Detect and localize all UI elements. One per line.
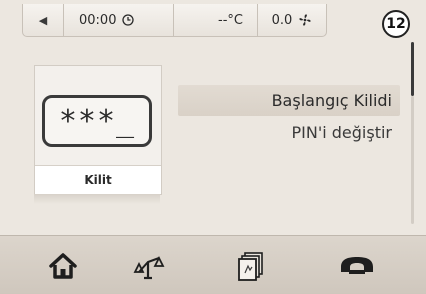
car-icon: [341, 256, 373, 274]
bottom-navigation-bar: [0, 235, 426, 294]
cards-icon: [238, 251, 263, 281]
scrollbar-thumb[interactable]: [411, 42, 414, 96]
balance-button[interactable]: [115, 236, 185, 294]
menu-item-change-pin[interactable]: PIN'i değiştir: [178, 117, 400, 148]
step-number-badge: 12: [382, 10, 410, 38]
clock-widget[interactable]: 00:00: [69, 4, 174, 36]
menu-item-label: Başlangıç Kilidi: [271, 91, 392, 110]
lock-tile-label: Kilit: [35, 165, 161, 194]
menu-item-startup-lock[interactable]: Başlangıç Kilidi: [178, 85, 400, 116]
screen: ◀ 00:00 --°C 0.0 12 ***_ Kilit Başlangıç…: [0, 0, 426, 294]
tile-reflection: [34, 194, 160, 204]
clock-icon: [122, 14, 135, 26]
applications-button[interactable]: [216, 236, 286, 294]
fan-widget[interactable]: 0.0: [259, 4, 325, 36]
menu-item-label: PIN'i değiştir: [291, 123, 393, 142]
fan-icon: [299, 14, 311, 26]
pin-display-text: ***_: [58, 103, 136, 139]
scrollbar-track[interactable]: [411, 96, 414, 224]
pin-code-icon: ***_: [42, 95, 152, 147]
temperature-text: --°C: [218, 12, 243, 28]
back-arrow-icon[interactable]: ◀: [23, 4, 64, 36]
time-text: 00:00: [79, 12, 117, 28]
fan-text: 0.0: [271, 12, 293, 28]
status-bar: ◀ 00:00 --°C 0.0: [22, 4, 327, 37]
lock-tile[interactable]: ***_ Kilit: [34, 65, 162, 195]
vehicle-button[interactable]: [322, 236, 392, 294]
scales-icon: [133, 255, 165, 279]
home-icon: [49, 252, 77, 279]
temperature-widget[interactable]: --°C: [174, 4, 258, 36]
home-button[interactable]: [28, 236, 98, 294]
